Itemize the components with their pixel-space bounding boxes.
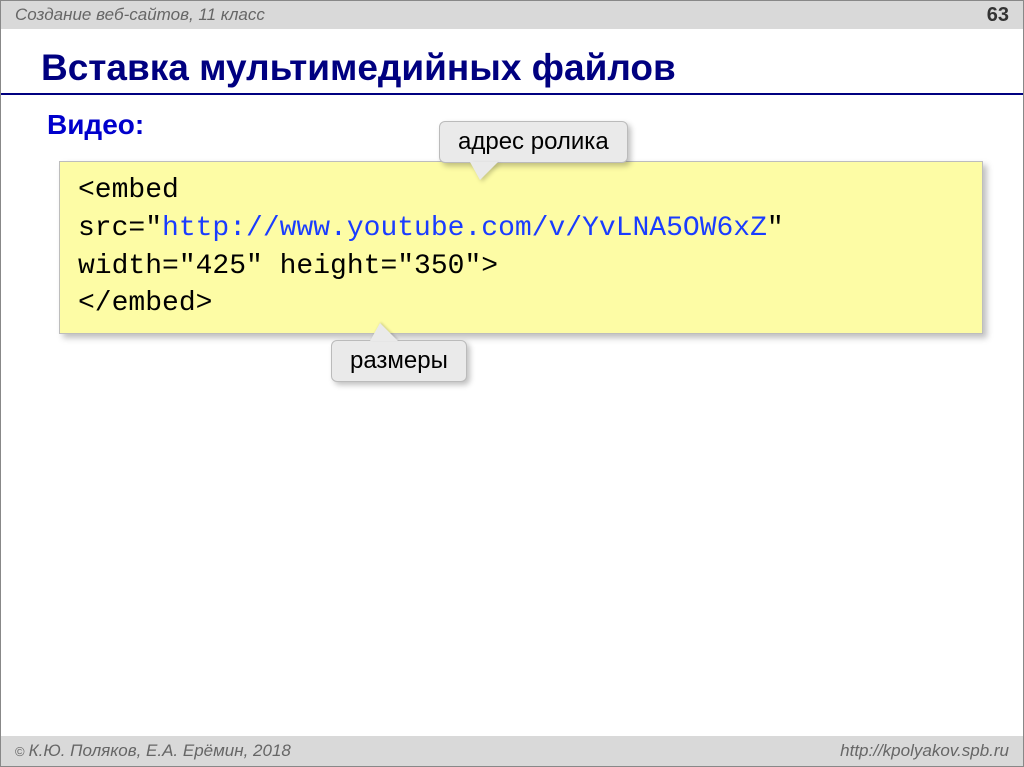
code-url: http://www.youtube.com/v/YvLNA5OW6xZ (162, 213, 767, 244)
slide: Создание веб-сайтов, 11 класс 63 Вставка… (0, 0, 1024, 767)
topbar-title: Создание веб-сайтов, 11 класс (15, 5, 265, 25)
callout-video-address: адрес ролика (439, 121, 628, 163)
code-box: <embed src="http://www.youtube.com/v/YvL… (59, 161, 983, 334)
footer-right: http://kpolyakov.spb.ru (840, 741, 1009, 761)
code-token: <embed (78, 175, 179, 206)
callout-tail-icon (470, 162, 498, 180)
code-token: </embed> (78, 288, 212, 319)
code-token: width="425" height="350"> (78, 251, 498, 282)
code-area: адрес ролика <embed src="http://www.yout… (59, 161, 983, 334)
callout-dimensions: размеры (331, 340, 467, 382)
footer-left: © К.Ю. Поляков, Е.А. Ерёмин, 2018 (15, 741, 291, 761)
code-token: " (767, 213, 784, 244)
page-title: Вставка мультимедийных файлов (1, 29, 1023, 93)
topbar: Создание веб-сайтов, 11 класс 63 (1, 1, 1023, 29)
page-number: 63 (987, 4, 1009, 27)
footer: © К.Ю. Поляков, Е.А. Ерёмин, 2018 http://… (1, 736, 1023, 766)
copyright-icon: © (15, 744, 25, 759)
callout-label: адрес ролика (458, 128, 609, 155)
code-token: src=" (78, 213, 162, 244)
footer-authors: К.Ю. Поляков, Е.А. Ерёмин, 2018 (29, 741, 291, 760)
callout-tail-icon (370, 323, 398, 341)
callout-label: размеры (350, 347, 448, 374)
